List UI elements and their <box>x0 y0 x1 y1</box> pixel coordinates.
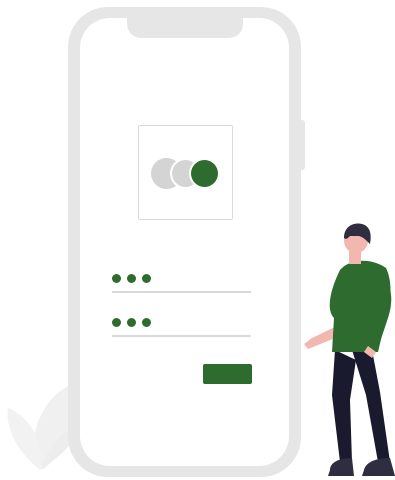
person-right-shoe <box>362 458 395 476</box>
person-illustration <box>304 223 395 476</box>
person-right-leg <box>352 350 390 462</box>
illustration-scene <box>0 0 395 480</box>
person-left-leg <box>332 350 356 462</box>
person-left-shoe <box>328 458 354 476</box>
